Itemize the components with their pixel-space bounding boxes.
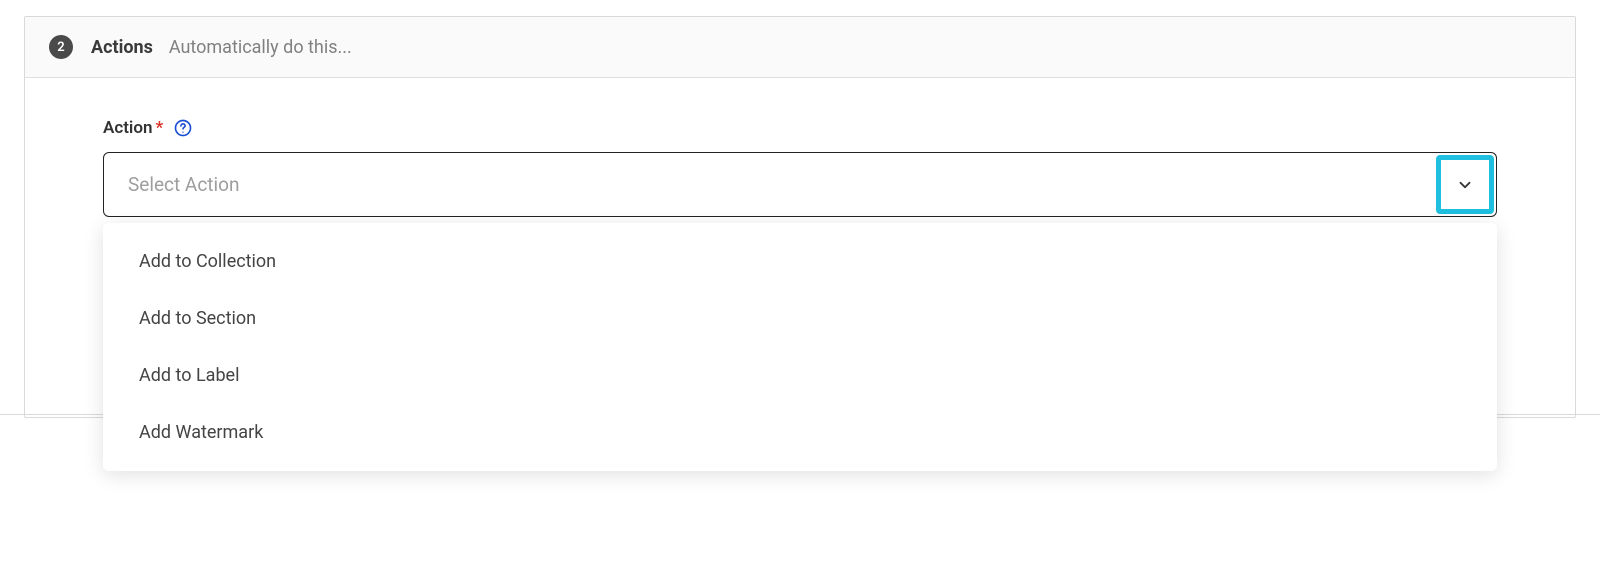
action-select[interactable]: Select Action bbox=[103, 152, 1497, 217]
action-dropdown-menu: Add to Collection Add to Section Add to … bbox=[103, 223, 1497, 471]
step-number-badge: 2 bbox=[49, 35, 73, 59]
dropdown-option-add-to-section[interactable]: Add to Section bbox=[103, 290, 1493, 347]
dropdown-option-label: Add to Section bbox=[139, 308, 256, 329]
dropdown-option-add-watermark[interactable]: Add Watermark bbox=[103, 404, 1493, 461]
actions-panel: 2 Actions Automatically do this... Actio… bbox=[24, 16, 1576, 418]
field-label-row: Action * bbox=[103, 118, 1497, 138]
dropdown-option-label: Add to Label bbox=[139, 365, 239, 386]
dropdown-option-add-to-collection[interactable]: Add to Collection bbox=[103, 233, 1493, 290]
required-asterisk: * bbox=[155, 118, 163, 138]
step-number: 2 bbox=[57, 40, 64, 55]
action-field-label: Action bbox=[103, 118, 152, 138]
dropdown-option-add-to-label[interactable]: Add to Label bbox=[103, 347, 1493, 404]
section-subtitle: Automatically do this... bbox=[169, 37, 352, 58]
section-title: Actions bbox=[91, 37, 153, 58]
dropdown-scroll[interactable]: Add to Collection Add to Section Add to … bbox=[103, 233, 1497, 461]
section-body: Action * Select Action bbox=[25, 78, 1575, 417]
chevron-down-icon bbox=[1456, 176, 1474, 194]
dropdown-toggle-highlight bbox=[1436, 155, 1494, 214]
dropdown-option-label: Add to Collection bbox=[139, 251, 276, 272]
action-select-wrapper: Select Action Add to Collection Add to S… bbox=[103, 152, 1497, 217]
action-select-placeholder: Select Action bbox=[128, 173, 239, 196]
dropdown-option-label: Add Watermark bbox=[139, 422, 263, 443]
help-circle-icon[interactable] bbox=[173, 118, 193, 138]
section-header: 2 Actions Automatically do this... bbox=[25, 17, 1575, 78]
